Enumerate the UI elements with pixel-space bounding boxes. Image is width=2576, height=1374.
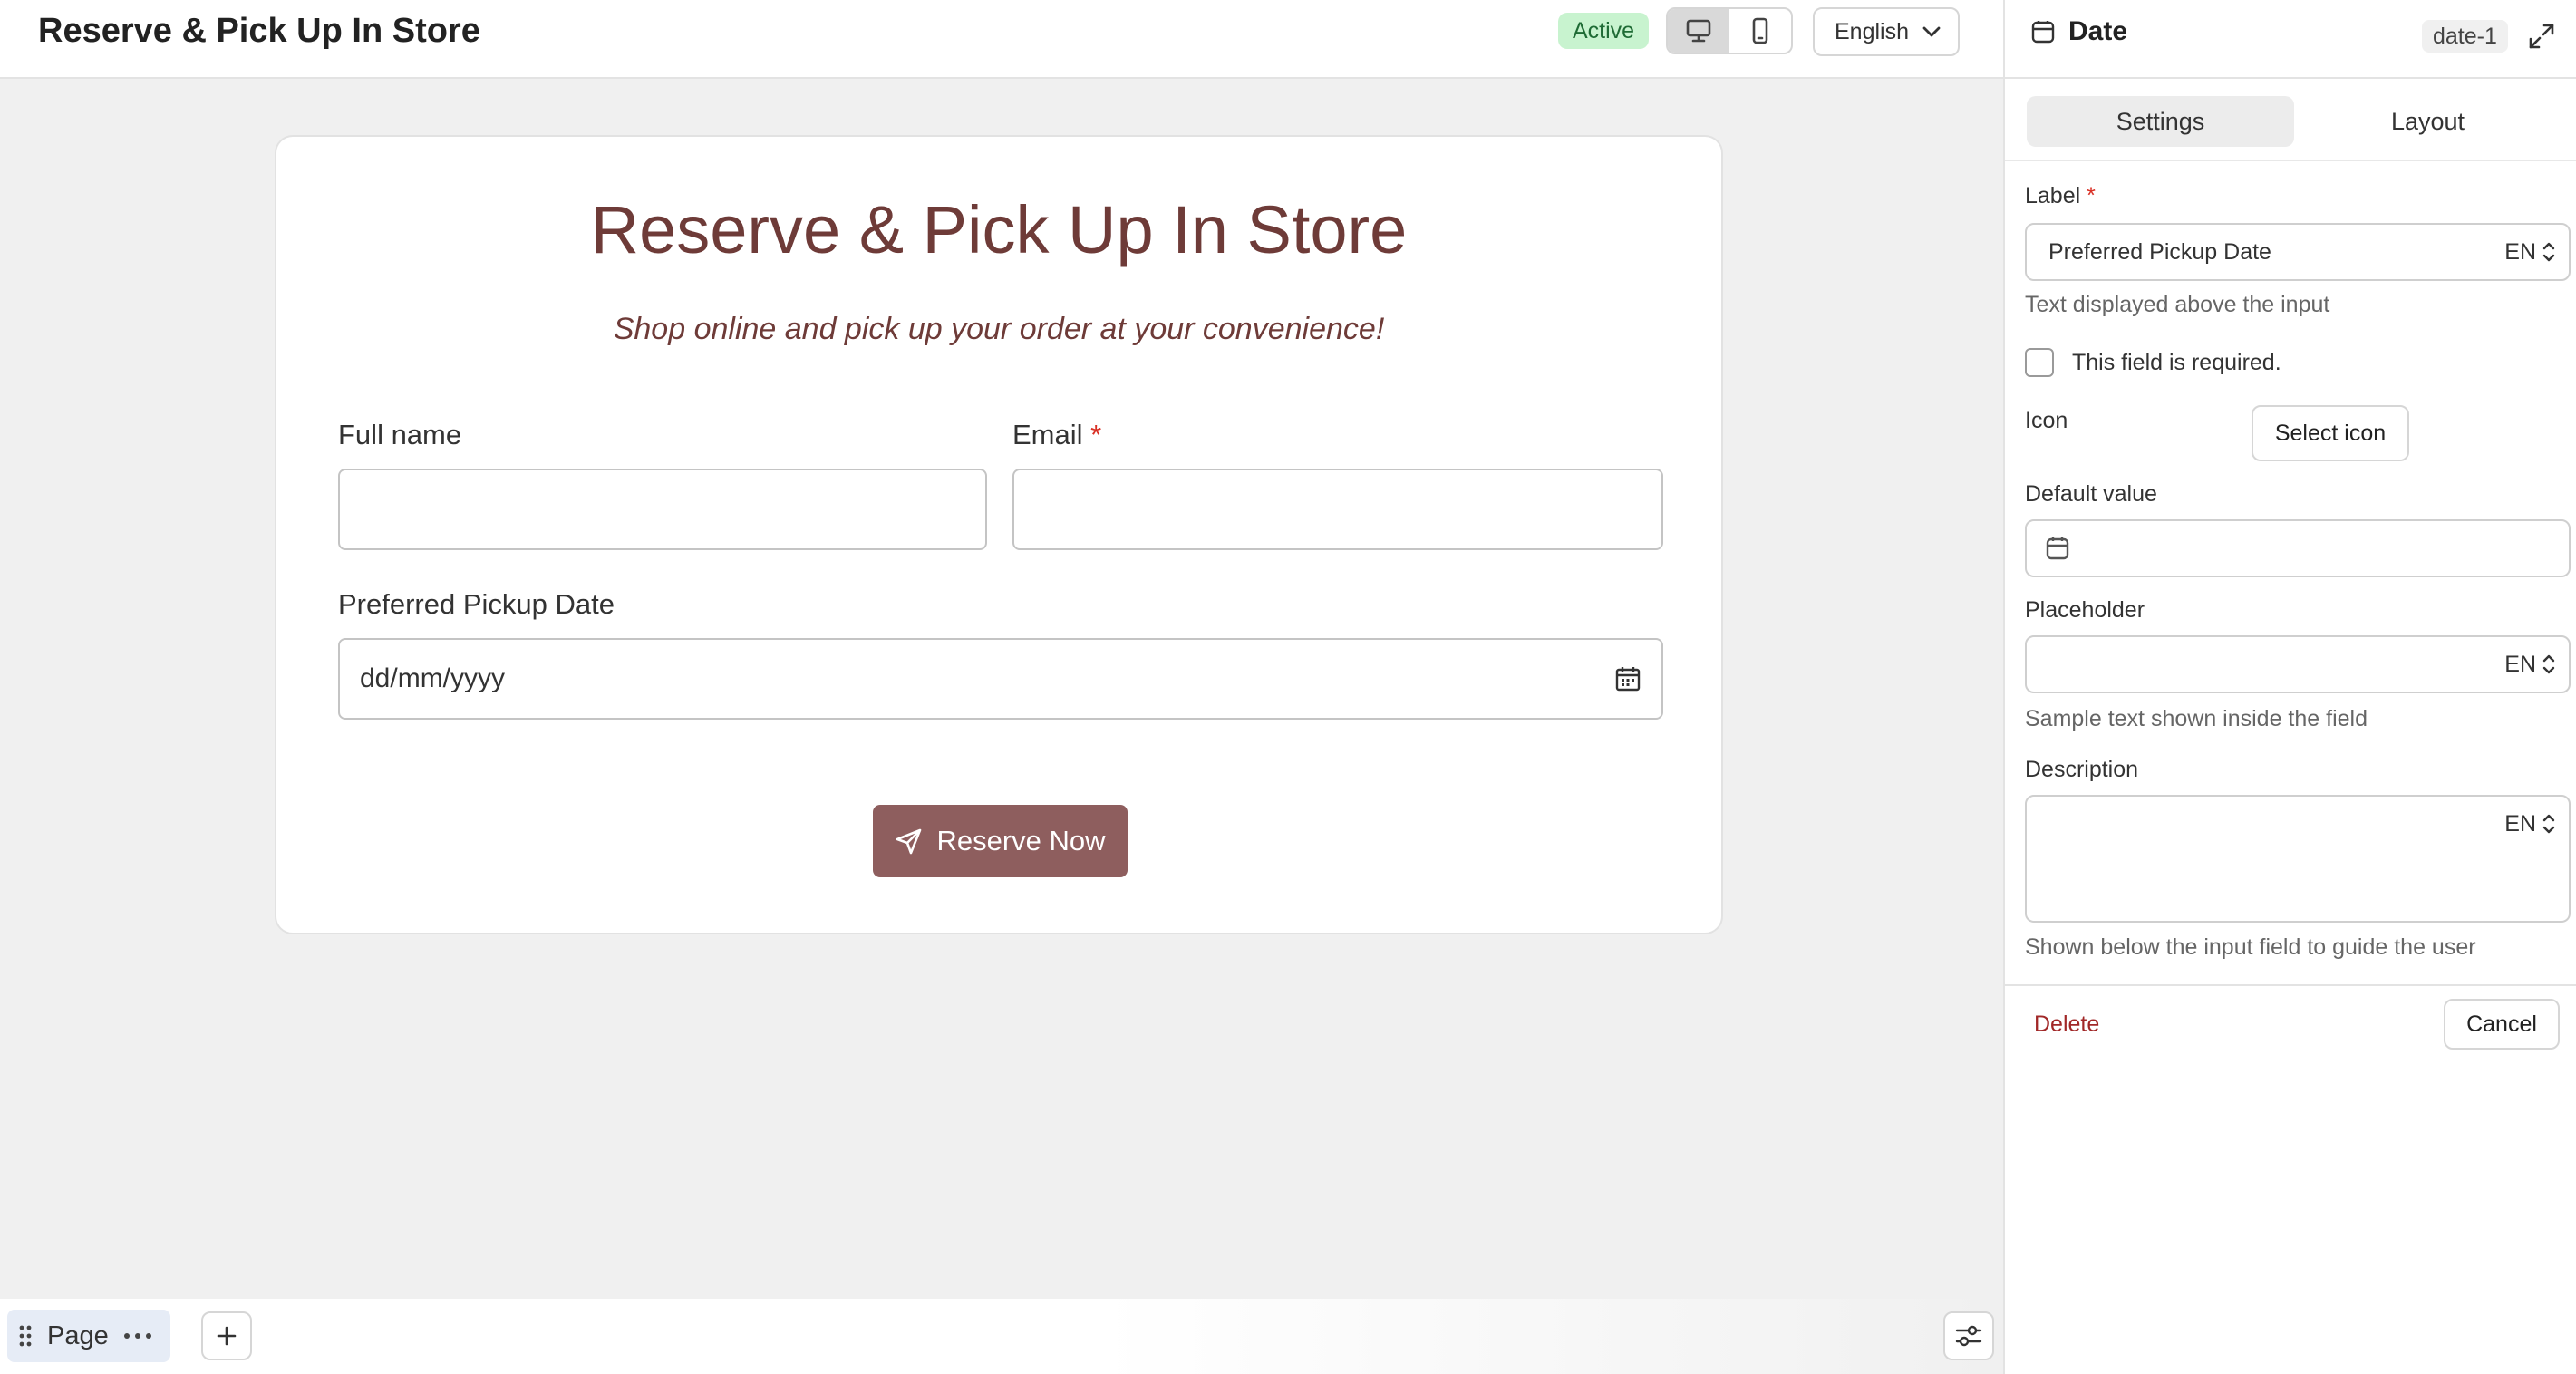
page-tab-label: Page [47,1321,109,1350]
panel-title-text: Date [2068,16,2128,46]
label-language-select[interactable]: EN [2504,225,2556,279]
language-select[interactable]: English [1813,7,1960,56]
add-page-button[interactable] [201,1311,252,1360]
calendar-icon [2046,537,2069,560]
placeholder-input[interactable]: EN [2025,635,2571,693]
page-tab[interactable]: Page [7,1310,170,1362]
properties-panel: Date date-1 Settings Layout Label * Pref… [2003,0,2576,1374]
default-value-title: Default value [2025,481,2157,507]
more-options-icon[interactable] [123,1332,152,1340]
full-name-input[interactable] [338,469,987,550]
description-textarea[interactable]: EN [2025,795,2571,923]
pickup-date-input[interactable]: dd/mm/yyyy [338,638,1663,720]
desktop-icon [1686,19,1711,43]
select-icon-button[interactable]: Select icon [2252,405,2409,461]
required-checkbox[interactable] [2025,348,2054,377]
description-language-select[interactable]: EN [2504,797,2556,851]
page-title: Reserve & Pick Up In Store [38,12,480,50]
required-asterisk: * [2087,183,2096,208]
status-badge: Active [1558,13,1650,49]
placeholder-help-text: Sample text shown inside the field [2025,706,2368,731]
required-checkbox-label: This field is required. [2072,350,2281,375]
mobile-view-button[interactable] [1729,9,1791,53]
calendar-icon [2031,21,2055,44]
send-icon [896,828,922,855]
form-subtitle: Shop online and pick up your order at yo… [613,312,1385,346]
reserve-now-button[interactable]: Reserve Now [873,805,1128,877]
tab-settings[interactable]: Settings [2027,96,2294,147]
label-input-value: Preferred Pickup Date [2048,239,2271,265]
calendar-icon[interactable] [1614,665,1641,692]
field-id-badge: date-1 [2422,20,2508,53]
tabs-divider [2005,160,2576,161]
expand-icon [2529,24,2554,49]
chevron-up-down-icon [2542,654,2555,674]
language-code: EN [2504,238,2536,265]
description-help-text: Shown below the input field to guide the… [2025,934,2476,960]
description-title: Description [2025,757,2139,782]
placeholder-language-select[interactable]: EN [2504,637,2556,692]
label-field-title: Label * [2025,181,2096,210]
editor-area: Reserve & Pick Up In Store Active Englis… [0,0,2003,1374]
panel-title: Date [2030,16,2127,47]
form-preview-card: Reserve & Pick Up In Store Shop online a… [275,135,1723,934]
delete-button[interactable]: Delete [2034,1010,2099,1039]
form-settings-button[interactable] [1943,1311,1994,1360]
desktop-view-button[interactable] [1668,9,1729,53]
language-code: EN [2504,651,2536,677]
language-code: EN [2504,810,2536,837]
email-label: Email * [1012,417,1101,453]
default-value-input[interactable] [2025,519,2571,577]
device-toggle [1666,7,1793,54]
email-input[interactable] [1012,469,1663,550]
date-placeholder: dd/mm/yyyy [360,663,506,693]
label-input[interactable]: Preferred Pickup Date EN [2025,223,2571,281]
label-help-text: Text displayed above the input [2025,292,2330,317]
panel-tabs: Settings Layout [2027,96,2561,147]
cancel-button[interactable]: Cancel [2444,999,2560,1050]
language-select-value: English [1835,18,1909,44]
chevron-up-down-icon [2542,814,2555,834]
sliders-icon [1955,1325,1982,1347]
panel-header: Date date-1 [2005,0,2576,79]
reserve-now-label: Reserve Now [936,825,1106,856]
pickup-date-label: Preferred Pickup Date [338,586,615,623]
icon-field-title: Icon [2025,408,2068,433]
placeholder-title: Placeholder [2025,597,2145,623]
label-field-title-text: Label [2025,183,2081,208]
plus-icon [217,1326,237,1346]
full-name-label: Full name [338,417,461,453]
form-title: Reserve & Pick Up In Store [590,192,1408,267]
chevron-down-icon [1922,26,1941,37]
required-asterisk: * [1090,419,1102,450]
top-bar: Reserve & Pick Up In Store Active Englis… [0,0,2003,79]
drag-handle-icon[interactable] [18,1324,33,1348]
pickup-date-label-text: Preferred Pickup Date [338,588,615,620]
mobile-icon [1752,17,1768,44]
full-name-label-text: Full name [338,419,462,450]
bottom-bar: Page [0,1299,2003,1374]
panel-footer-divider [2005,984,2576,986]
chevron-up-down-icon [2542,242,2555,262]
expand-panel-button[interactable] [2523,18,2560,54]
email-label-text: Email [1012,419,1083,450]
tab-layout[interactable]: Layout [2294,96,2561,147]
